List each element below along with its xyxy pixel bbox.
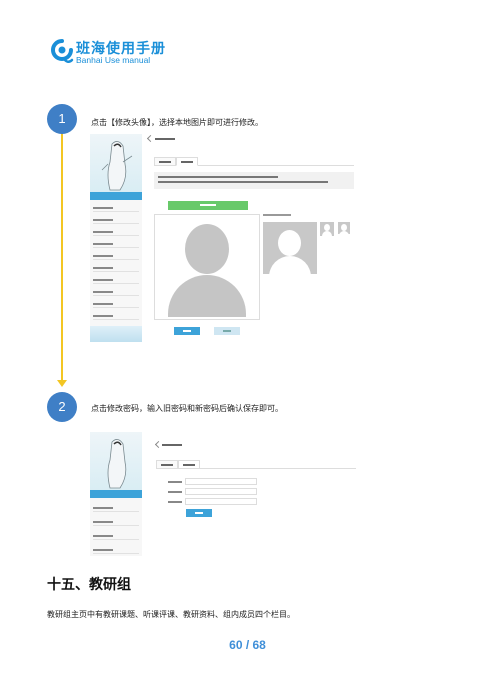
avatar-preview-large bbox=[263, 222, 317, 274]
step-2-badge: 2 bbox=[47, 392, 77, 422]
tab-bar bbox=[156, 460, 356, 469]
sidebar-illustration bbox=[90, 134, 142, 192]
preview-label bbox=[263, 214, 291, 216]
tab-password[interactable] bbox=[178, 460, 200, 469]
avatar-body-icon bbox=[168, 275, 246, 317]
logo: 班海使用手册 Banhai Use manual bbox=[50, 38, 180, 68]
sidebar-item[interactable] bbox=[93, 532, 139, 540]
step-1-badge: 1 bbox=[47, 104, 77, 134]
confirm-password-label bbox=[168, 501, 182, 503]
sidebar-item[interactable] bbox=[93, 312, 139, 320]
step-2-text: 点击修改密码，输入旧密码和新密码后确认保存即可。 bbox=[91, 404, 283, 413]
sidebar-item[interactable] bbox=[93, 252, 139, 260]
screen-title bbox=[155, 138, 175, 140]
avatar-preview-medium bbox=[320, 222, 334, 236]
sidebar-item[interactable] bbox=[93, 300, 139, 308]
sidebar-water-decoration bbox=[90, 326, 142, 342]
new-password-label bbox=[168, 491, 182, 493]
back-icon[interactable] bbox=[154, 440, 163, 449]
sidebar-item-active[interactable] bbox=[90, 192, 142, 200]
timeline-line bbox=[61, 133, 63, 383]
notice-box bbox=[154, 172, 354, 189]
sidebar bbox=[90, 134, 142, 342]
sidebar-item[interactable] bbox=[93, 216, 139, 224]
avatar-crop-area[interactable] bbox=[154, 214, 260, 320]
sidebar-item[interactable] bbox=[93, 264, 139, 272]
step-1-text: 点击【修改头像】，选择本地图片即可进行修改。 bbox=[91, 118, 263, 127]
timeline-arrow-icon bbox=[57, 380, 67, 387]
tab-bar bbox=[154, 157, 354, 166]
page-number: 60 / 68 bbox=[229, 638, 266, 652]
section-title: 十五、教研组 bbox=[47, 577, 131, 593]
tab-profile[interactable] bbox=[156, 460, 178, 469]
confirm-button[interactable] bbox=[174, 327, 200, 335]
section-description: 教研组主页中有教研课题、听课评课、教研资料、组内成员四个栏目。 bbox=[47, 610, 295, 619]
screen-title bbox=[162, 444, 182, 446]
avatar-head-icon bbox=[185, 224, 229, 274]
confirm-password-input[interactable] bbox=[185, 498, 257, 505]
new-password-input[interactable] bbox=[185, 488, 257, 495]
select-image-button[interactable] bbox=[168, 201, 248, 210]
banhai-logo-icon bbox=[51, 39, 74, 63]
logo-subtitle: Banhai Use manual bbox=[76, 55, 151, 65]
sidebar-item[interactable] bbox=[93, 288, 139, 296]
sidebar-item-active[interactable] bbox=[90, 490, 142, 498]
sidebar-illustration bbox=[90, 432, 142, 490]
sidebar bbox=[90, 432, 142, 556]
sidebar-item[interactable] bbox=[93, 504, 139, 512]
save-button[interactable] bbox=[186, 509, 212, 517]
sidebar-item[interactable] bbox=[93, 276, 139, 284]
sidebar-item[interactable] bbox=[93, 546, 139, 554]
old-password-input[interactable] bbox=[185, 478, 257, 485]
back-icon[interactable] bbox=[146, 134, 155, 143]
sidebar-item[interactable] bbox=[93, 518, 139, 526]
old-password-label bbox=[168, 481, 182, 483]
sidebar-item[interactable] bbox=[93, 204, 139, 212]
tab-avatar[interactable] bbox=[176, 157, 198, 166]
tab-profile[interactable] bbox=[154, 157, 176, 166]
sidebar-item[interactable] bbox=[93, 228, 139, 236]
avatar-settings-screenshot bbox=[90, 134, 357, 342]
sidebar-item[interactable] bbox=[93, 240, 139, 248]
avatar-preview-small bbox=[338, 222, 350, 234]
password-settings-screenshot bbox=[90, 432, 363, 556]
cancel-button[interactable] bbox=[214, 327, 240, 335]
